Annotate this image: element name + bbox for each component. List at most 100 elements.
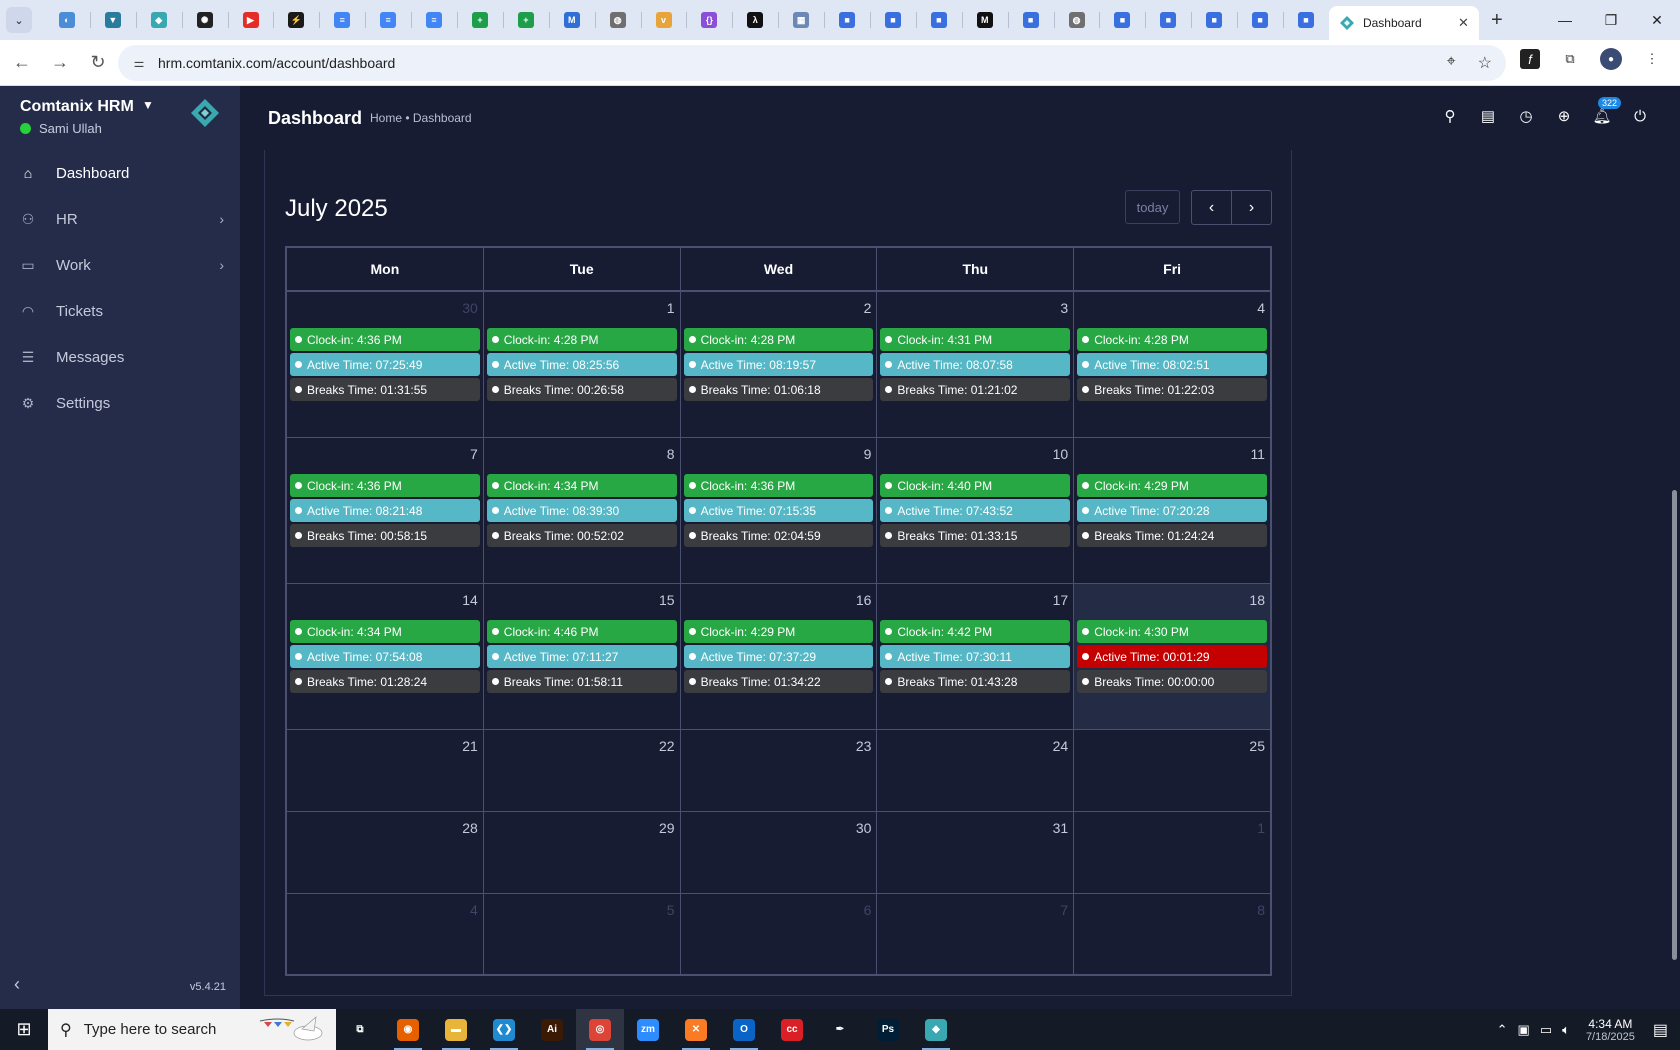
active-time-event[interactable]: Active Time: 07:30:11 [880,645,1071,668]
breaks-time-event[interactable]: Breaks Time: 01:28:24 [290,670,480,693]
calendar-day-cell[interactable]: 5 [484,894,681,976]
pinned-tab[interactable]: M [548,0,595,40]
taskbar-app[interactable]: ⧉ [336,1009,384,1050]
breaks-time-event[interactable]: Breaks Time: 01:06:18 [683,378,874,401]
day-number[interactable]: 30 [462,300,478,316]
sidebar-item-settings[interactable]: ⚙ Settings [0,380,240,426]
pinned-tab[interactable]: ■ [1237,0,1283,40]
clockin-event[interactable]: Clock-in: 4:31 PM [880,328,1071,351]
taskbar-app[interactable]: cc [768,1009,816,1050]
calendar-day-cell[interactable]: 1 Clock-in: 4:28 PM Active Time: 08:25:56 B… [484,292,681,437]
breaks-time-event[interactable]: Breaks Time: 00:00:00 [1077,670,1267,693]
restore-icon[interactable]: ❐ [1588,0,1634,40]
taskbar-app[interactable]: zm [624,1009,672,1050]
day-number[interactable]: 15 [659,592,675,608]
taskbar-app[interactable]: ◉ [384,1009,432,1050]
calendar-day-cell[interactable]: 8 Clock-in: 4:34 PM Active Time: 08:39:30 B… [484,438,681,583]
forward-icon[interactable]: → [44,47,76,79]
pinned-tab[interactable]: ■ [1099,0,1145,40]
calendar-day-cell[interactable]: 3 Clock-in: 4:31 PM Active Time: 08:07:58 B… [877,292,1075,437]
power-icon[interactable]: ⏻ [1630,106,1650,126]
clockin-event[interactable]: Clock-in: 4:42 PM [880,620,1071,643]
day-number[interactable]: 2 [864,300,872,316]
active-time-event[interactable]: Active Time: 07:54:08 [290,645,480,668]
breaks-time-event[interactable]: Breaks Time: 01:43:28 [880,670,1071,693]
url-text[interactable]: hrm.comtanix.com/account/dashboard [158,55,395,71]
pinned-tab[interactable]: ◐ [44,0,90,40]
clockin-event[interactable]: Clock-in: 4:36 PM [683,474,874,497]
taskbar-app[interactable]: ▬ [432,1009,480,1050]
active-time-event[interactable]: Active Time: 08:39:30 [486,499,677,522]
clockin-event[interactable]: Clock-in: 4:28 PM [683,328,874,351]
day-number[interactable]: 8 [667,446,675,462]
day-number[interactable]: 17 [1053,592,1069,608]
extensions-puzzle-icon[interactable]: ⧉ [1560,49,1580,69]
day-number[interactable]: 14 [462,592,478,608]
clockin-event[interactable]: Clock-in: 4:34 PM [290,620,480,643]
taskbar-app[interactable]: O [720,1009,768,1050]
breaks-time-event[interactable]: Breaks Time: 01:21:02 [880,378,1071,401]
taskbar-app[interactable]: Ai [528,1009,576,1050]
breadcrumb[interactable]: Home • Dashboard [370,111,472,125]
clockin-event[interactable]: Clock-in: 4:34 PM [486,474,677,497]
day-number[interactable]: 4 [1257,300,1265,316]
clockin-event[interactable]: Clock-in: 4:36 PM [290,474,480,497]
calendar-day-cell[interactable]: 4 Clock-in: 4:28 PM Active Time: 08:02:51 B… [1074,292,1270,437]
comtanix-logo-icon[interactable] [190,98,220,128]
breaks-time-event[interactable]: Breaks Time: 00:52:02 [486,524,677,547]
bell-icon[interactable]: 🔔︎ 322 [1592,97,1622,126]
day-number[interactable]: 1 [667,300,675,316]
taskbar-app[interactable]: ◎ [576,1009,624,1050]
location-pin-icon[interactable]: ⌖ [1447,53,1456,73]
sidebar-item-messages[interactable]: ☰ Messages [0,334,240,380]
brand-chevron-down-icon[interactable]: ▼ [142,98,154,112]
active-time-event[interactable]: Active Time: 08:07:58 [880,353,1071,376]
breaks-time-event[interactable]: Breaks Time: 01:58:11 [486,670,677,693]
calendar-day-cell[interactable]: 7 Clock-in: 4:36 PM Active Time: 08:21:48 B… [287,438,484,583]
pinned-tab[interactable]: ▶ [227,0,274,40]
breaks-time-event[interactable]: Breaks Time: 00:58:15 [290,524,480,547]
function-extension-icon[interactable]: f [1520,49,1540,69]
active-time-event[interactable]: Active Time: 07:20:28 [1077,499,1267,522]
breaks-time-event[interactable]: Breaks Time: 00:26:58 [486,378,677,401]
pinned-tab[interactable]: v [640,0,687,40]
clockin-event[interactable]: Clock-in: 4:29 PM [683,620,874,643]
calendar-day-cell[interactable]: 10 Clock-in: 4:40 PM Active Time: 07:43:52… [877,438,1075,583]
clockin-event[interactable]: Clock-in: 4:28 PM [486,328,677,351]
active-time-event[interactable]: Active Time: 07:25:49 [290,353,480,376]
pinned-tab[interactable]: ≡ [319,0,365,40]
pinned-tab[interactable]: ■ [915,0,962,40]
pinned-tab[interactable]: ≡ [411,0,457,40]
next-month-chevron-icon[interactable]: › [1232,191,1271,224]
day-number[interactable]: 10 [1053,446,1069,462]
calendar-day-cell[interactable]: 7 [877,894,1075,976]
day-number[interactable]: 11 [1250,446,1265,462]
active-time-event[interactable]: Active Time: 07:37:29 [683,645,874,668]
day-number[interactable]: 21 [462,738,478,754]
calendar-day-cell[interactable]: 21 [287,730,484,811]
calendar-day-cell[interactable]: 25 [1074,730,1270,811]
clockin-event[interactable]: Clock-in: 4:40 PM [880,474,1071,497]
search-icon[interactable]: ⚲ [1440,106,1460,126]
day-number[interactable]: 7 [1060,902,1068,918]
pinned-tab[interactable]: ■ [870,0,916,40]
pinned-tab[interactable]: ✺ [181,0,228,40]
day-number[interactable]: 3 [1060,300,1068,316]
taskbar-clock[interactable]: 4:34 AM 7/18/2025 [1586,1017,1635,1043]
pinned-tab[interactable]: ■ [824,0,870,40]
day-number[interactable]: 28 [462,820,478,836]
tab-dashboard[interactable]: Dashboard ✕ [1328,6,1479,40]
windows-start-icon[interactable]: ⊞ [0,1009,48,1050]
pinned-tab[interactable]: ▼ [89,0,136,40]
calendar-day-cell[interactable]: 18 Clock-in: 4:30 PM Active Time: 00:01:29… [1074,584,1270,729]
new-tab-button[interactable]: + [1491,9,1503,32]
clock-icon[interactable]: ◷ [1516,106,1536,126]
taskbar-app[interactable]: ✕ [672,1009,720,1050]
volume-icon[interactable]: 🔈︎ [1562,1022,1570,1038]
bookmark-star-icon[interactable]: ☆ [1478,53,1492,73]
day-number[interactable]: 4 [470,902,478,918]
site-settings-icon[interactable]: ⚌ [130,54,148,72]
day-number[interactable]: 25 [1249,738,1265,754]
day-number[interactable]: 29 [659,820,675,836]
pinned-tab[interactable]: λ [732,0,778,40]
